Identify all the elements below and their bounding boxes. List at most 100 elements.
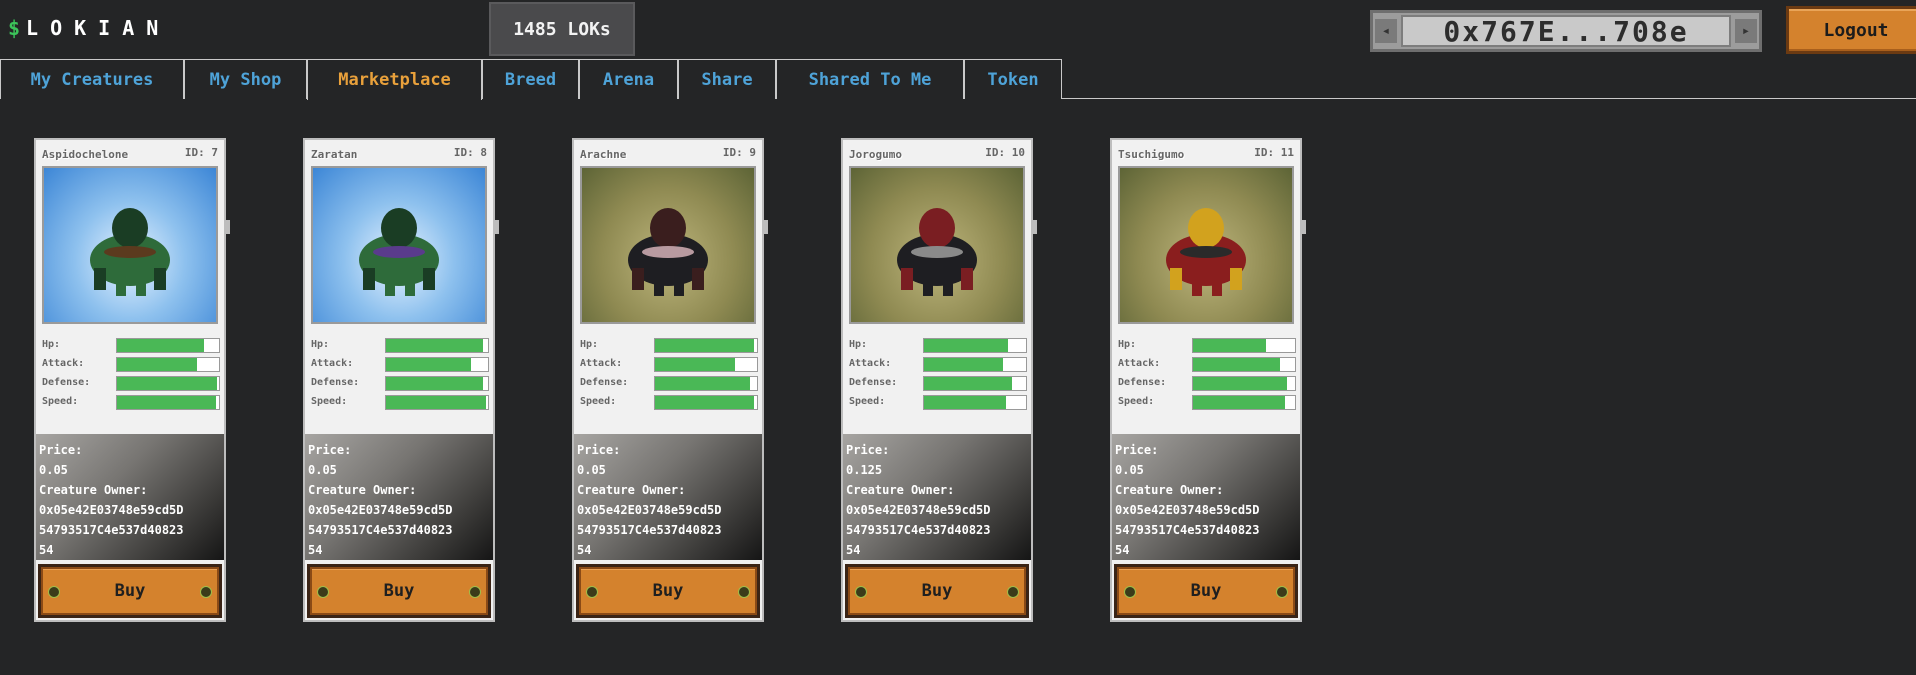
stat-label-speed: Speed: xyxy=(849,396,886,407)
stat-fill-attack xyxy=(924,358,1003,371)
stat-label-attack: Attack: xyxy=(311,358,354,369)
sprite-part xyxy=(423,268,435,290)
price-panel: Price: 0.05 Creature Owner: 0x05e42E03748e5… xyxy=(1112,434,1300,560)
next-arrow-icon xyxy=(1300,220,1306,234)
tab-my-shop[interactable]: My Shop xyxy=(184,59,307,99)
price-label: Price: xyxy=(846,443,890,457)
tab-my-creatures[interactable]: My Creatures xyxy=(0,59,184,99)
stat-fill-attack xyxy=(117,358,197,371)
creature-portrait[interactable] xyxy=(1118,166,1294,324)
stat-bar-speed xyxy=(1192,395,1296,410)
stat-fill-hp xyxy=(386,339,483,352)
price-value: 0.05 xyxy=(577,463,606,477)
creature-portrait[interactable] xyxy=(42,166,218,324)
tab-marketplace[interactable]: Marketplace xyxy=(307,59,482,100)
stat-row-attack: Attack: xyxy=(311,356,489,375)
stat-label-hp: Hp: xyxy=(1118,339,1137,350)
stat-row-attack: Attack: xyxy=(849,356,1027,375)
rivet-right-icon xyxy=(1276,586,1288,598)
sprite-part xyxy=(116,276,126,296)
owner-address: 0x05e42E03748e59cd5D xyxy=(1115,503,1260,517)
creature-name: Zaratan xyxy=(311,148,358,161)
creature-card[interactable]: Aspidochelone ID: 7 Hp: Attack: Defense: Spee… xyxy=(34,138,230,622)
stat-label-hp: Hp: xyxy=(42,339,61,350)
creature-name: Jorogumo xyxy=(849,148,902,161)
sprite-part xyxy=(1192,276,1202,296)
stat-fill-defense xyxy=(386,377,483,390)
owner-label: Creature Owner: xyxy=(577,483,686,497)
app-logo[interactable]: $LOKIAN xyxy=(8,16,170,40)
creature-card[interactable]: Jorogumo ID: 10 Hp: Attack: Defense: Speed: Pr… xyxy=(841,138,1037,622)
stat-bar-speed xyxy=(654,395,758,410)
rivet-left-icon xyxy=(48,586,60,598)
stat-fill-attack xyxy=(386,358,471,371)
owner-label: Creature Owner: xyxy=(308,483,417,497)
creature-portrait[interactable] xyxy=(311,166,487,324)
buy-button[interactable]: Buy xyxy=(576,564,760,618)
stat-fill-hp xyxy=(1193,339,1267,352)
owner-address: 0x05e42E03748e59cd5D xyxy=(577,503,722,517)
tab-shared-to-me[interactable]: Shared To Me xyxy=(776,59,964,99)
owner-address: 54793517C4e537d40823 xyxy=(846,523,991,537)
stat-bar-defense xyxy=(385,376,489,391)
buy-button[interactable]: Buy xyxy=(1114,564,1298,618)
rivet-right-icon: ▸ xyxy=(1735,19,1757,43)
sprite-part xyxy=(642,246,694,258)
stat-fill-attack xyxy=(1193,358,1280,371)
buy-button[interactable]: Buy xyxy=(38,564,222,618)
stat-row-hp: Hp: xyxy=(311,337,489,356)
stat-bar-attack xyxy=(654,357,758,372)
price-label: Price: xyxy=(39,443,83,457)
stat-label-attack: Attack: xyxy=(580,358,623,369)
buy-label: Buy xyxy=(383,581,415,601)
price-label: Price: xyxy=(577,443,621,457)
sprite-part xyxy=(632,268,644,290)
stat-fill-defense xyxy=(655,377,750,390)
stat-label-attack: Attack: xyxy=(42,358,85,369)
buy-button[interactable]: Buy xyxy=(307,564,491,618)
tab-share[interactable]: Share xyxy=(678,59,776,99)
creature-stats: Hp: Attack: Defense: Speed: xyxy=(849,337,1027,413)
stat-label-hp: Hp: xyxy=(849,339,868,350)
sprite-part xyxy=(154,268,166,290)
sprite-part xyxy=(1212,276,1222,296)
stat-label-attack: Attack: xyxy=(849,358,892,369)
stat-fill-speed xyxy=(924,396,1006,409)
buy-button[interactable]: Buy xyxy=(845,564,1029,618)
wallet-address-box[interactable]: ◂ 0x767E...708e ▸ xyxy=(1370,10,1762,52)
creature-portrait[interactable] xyxy=(580,166,756,324)
creature-sprite xyxy=(628,208,708,296)
sprite-part xyxy=(104,246,156,258)
stat-label-speed: Speed: xyxy=(311,396,348,407)
creature-card[interactable]: Arachne ID: 9 Hp: Attack: Defense: Speed: Pric… xyxy=(572,138,768,622)
owner-address: 54793517C4e537d40823 xyxy=(577,523,722,537)
owner-label: Creature Owner: xyxy=(846,483,955,497)
price-panel: Price: 0.05 Creature Owner: 0x05e42E03748e5… xyxy=(36,434,224,560)
stat-label-defense: Defense: xyxy=(1118,377,1167,388)
creature-card[interactable]: Tsuchigumo ID: 11 Hp: Attack: Defense: Speed:… xyxy=(1110,138,1306,622)
sprite-part xyxy=(674,276,684,296)
sprite-part xyxy=(911,246,963,258)
stat-fill-defense xyxy=(117,377,217,390)
logout-button[interactable]: Logout xyxy=(1786,6,1916,54)
stat-row-speed: Speed: xyxy=(849,394,1027,413)
creature-stats: Hp: Attack: Defense: Speed: xyxy=(42,337,220,413)
sprite-part xyxy=(692,268,704,290)
tab-arena[interactable]: Arena xyxy=(579,59,678,99)
stat-bar-speed xyxy=(116,395,220,410)
sprite-part xyxy=(961,268,973,290)
creature-portrait[interactable] xyxy=(849,166,1025,324)
stat-row-defense: Defense: xyxy=(580,375,758,394)
sprite-part xyxy=(1230,268,1242,290)
stat-row-defense: Defense: xyxy=(42,375,220,394)
owner-address: 0x05e42E03748e59cd5D xyxy=(846,503,991,517)
stat-fill-attack xyxy=(655,358,735,371)
price-value: 0.05 xyxy=(1115,463,1144,477)
tab-token[interactable]: Token xyxy=(964,59,1062,99)
price-value: 0.05 xyxy=(39,463,68,477)
tab-breed[interactable]: Breed xyxy=(482,59,579,99)
price-value: 0.05 xyxy=(308,463,337,477)
creature-stats: Hp: Attack: Defense: Speed: xyxy=(311,337,489,413)
sprite-part xyxy=(94,268,106,290)
creature-card[interactable]: Zaratan ID: 8 Hp: Attack: Defense: Speed: Pric… xyxy=(303,138,499,622)
